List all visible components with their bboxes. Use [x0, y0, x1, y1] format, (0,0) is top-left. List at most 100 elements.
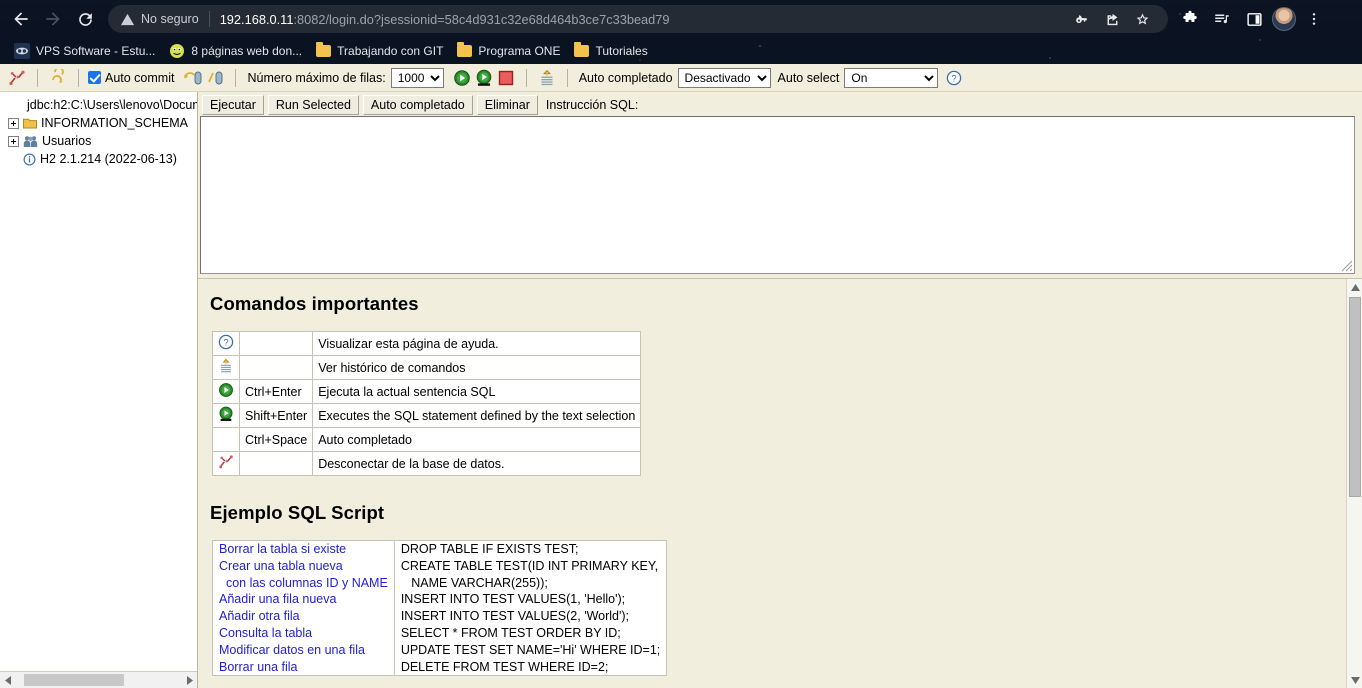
bookmark-item-paginas[interactable]: 8 páginas web don...	[163, 40, 310, 62]
script-comment-cell: Crear una tabla nueva	[212, 557, 395, 575]
script-sql-cell: DELETE FROM TEST WHERE ID=2;	[394, 658, 667, 676]
arrow-left-icon	[14, 12, 28, 26]
command-icon-cell[interactable]	[212, 403, 240, 428]
script-comment-cell: Añadir una fila nueva	[212, 591, 395, 609]
script-sql-cell: DROP TABLE IF EXISTS TEST;	[394, 540, 667, 558]
commit-icon	[184, 71, 202, 84]
table-row: Modificar datos en una fila UPDATE TEST …	[212, 641, 667, 659]
chevron-down-icon	[1350, 676, 1360, 684]
auto-commit-checkbox[interactable]: Auto commit	[88, 71, 174, 85]
tree-horizontal-scrollbar[interactable]	[0, 671, 197, 688]
toolbar-divider	[235, 68, 237, 87]
chrome-menu-button[interactable]	[1300, 5, 1328, 33]
help-content-inner: Comandos importantes ? Visualizar esta p…	[198, 279, 1362, 677]
media-controls-button[interactable]	[1208, 5, 1236, 33]
auto-complete-label: Auto completado	[578, 70, 673, 85]
run-selected-button[interactable]	[473, 67, 495, 89]
share-button[interactable]	[1098, 5, 1126, 33]
sql-editor-textarea[interactable]	[200, 116, 1355, 274]
bookmark-star-button[interactable]	[1128, 5, 1156, 33]
stop-button[interactable]	[495, 67, 517, 89]
forward-button[interactable]	[38, 4, 68, 34]
resize-handle-icon[interactable]	[1340, 259, 1353, 272]
scrollbar-thumb[interactable]	[1349, 297, 1361, 497]
profile-avatar[interactable]	[1272, 7, 1296, 31]
content-vertical-scrollbar[interactable]	[1346, 279, 1362, 688]
checkbox-box	[88, 71, 101, 84]
max-rows-select[interactable]: 1000	[390, 67, 444, 88]
tree-item-label: INFORMATION_SCHEMA	[41, 116, 188, 130]
script-comment-cell: Modificar datos en una fila	[212, 641, 395, 659]
tree-item-connection[interactable]: jdbc:h2:C:\Users\lenovo\Docume	[4, 96, 197, 114]
scrollbar-thumb[interactable]	[24, 674, 124, 686]
back-button[interactable]	[6, 4, 36, 34]
auto-commit-label: Auto commit	[105, 70, 175, 85]
help-button[interactable]: ?	[943, 67, 965, 89]
table-row: Borrar la tabla si existe DROP TABLE IF …	[212, 540, 667, 558]
history-button[interactable]	[536, 67, 558, 89]
tree-item-usuarios[interactable]: Usuarios	[4, 132, 197, 150]
reload-button[interactable]	[70, 4, 100, 34]
auto-complete-button[interactable]: Auto completado	[362, 94, 473, 115]
auto-complete-select[interactable]: Desactivado	[677, 67, 771, 88]
run-selected-green-icon	[476, 69, 492, 86]
tree-item-version[interactable]: H2 2.1.214 (2022-06-13)	[4, 150, 197, 168]
script-comment-cell: Añadir otra fila	[212, 608, 395, 625]
run-selected-green-icon	[219, 406, 233, 421]
users-icon	[23, 135, 38, 147]
password-key-button[interactable]	[1068, 5, 1096, 33]
disconnect-button[interactable]	[6, 67, 28, 89]
scroll-left-arrow[interactable]	[0, 672, 17, 688]
clear-button[interactable]: Eliminar	[476, 94, 538, 115]
scrollbar-track[interactable]	[17, 672, 181, 688]
omnibox-actions	[1068, 5, 1156, 33]
scroll-up-arrow[interactable]	[1347, 279, 1362, 295]
address-bar[interactable]: No seguro 192.168.0.11:8082/login.do?jse…	[108, 5, 1168, 33]
command-icon-cell[interactable]	[212, 379, 240, 404]
script-sql-cell: NAME VARCHAR(255));	[394, 574, 667, 592]
command-icon-cell[interactable]: ?	[212, 331, 240, 356]
command-icon-cell[interactable]	[212, 451, 240, 476]
smiley-favicon	[170, 44, 185, 58]
side-panel-button[interactable]	[1240, 5, 1268, 33]
help-question-icon: ?	[947, 70, 962, 85]
table-row: Ctrl+Enter Ejecuta la actual sentencia S…	[212, 379, 642, 404]
bookmarks-bar: VPS Software - Estu... 8 páginas web don…	[0, 38, 1362, 64]
url-path: :8082/login.do?jsessionid=58c4d931c32e68…	[293, 11, 670, 27]
stop-red-icon	[498, 70, 513, 85]
command-icon-cell[interactable]	[212, 355, 240, 380]
sql-command-bar: Ejecutar Run Selected Auto completado El…	[198, 92, 1362, 116]
folder-icon	[316, 42, 332, 57]
extensions-button[interactable]	[1176, 5, 1204, 33]
auto-select-select[interactable]: On	[844, 67, 939, 88]
bookmark-folder-tutoriales[interactable]: Tutoriales	[568, 41, 655, 61]
expand-toggle-icon[interactable]	[8, 117, 19, 129]
rollback-button[interactable]	[204, 67, 226, 89]
command-key-cell: Ctrl+Space	[238, 427, 314, 452]
bookmark-item-vps[interactable]: VPS Software - Estu...	[8, 40, 163, 62]
url-text[interactable]: 192.168.0.11:8082/login.do?jsessionid=58…	[220, 12, 670, 27]
run-button[interactable]	[451, 67, 473, 89]
scroll-down-arrow[interactable]	[1347, 672, 1362, 688]
bookmark-folder-git[interactable]: Trabajando con GIT	[310, 41, 451, 61]
expand-toggle-icon[interactable]	[8, 135, 19, 147]
history-icon	[221, 358, 231, 373]
scroll-right-arrow[interactable]	[181, 672, 197, 688]
table-row: Shift+Enter Executes the SQL statement d…	[212, 403, 642, 428]
chrome-menu-icon	[1312, 13, 1316, 25]
run-sql-button[interactable]: Ejecutar	[202, 94, 264, 115]
refresh-button[interactable]	[47, 67, 69, 89]
script-comment-cell: con las columnas ID y NAME	[212, 574, 395, 592]
security-status[interactable]: No seguro	[120, 12, 199, 27]
folder-icon	[574, 42, 590, 57]
password-key-icon	[1075, 14, 1087, 23]
run-selected-button[interactable]: Run Selected	[267, 94, 359, 115]
script-sql-cell: INSERT INTO TEST VALUES(1, 'Hello');	[394, 591, 667, 609]
bookmark-folder-one[interactable]: Programa ONE	[451, 41, 568, 61]
commit-button[interactable]	[182, 67, 204, 89]
folder-icon	[457, 42, 473, 57]
script-sql-cell: CREATE TABLE TEST(ID INT PRIMARY KEY,	[394, 557, 667, 575]
table-row: Ctrl+Space Auto completado	[212, 427, 642, 452]
tree-item-information-schema[interactable]: INFORMATION_SCHEMA	[4, 114, 197, 132]
script-comment-cell: Borrar una fila	[212, 658, 395, 676]
